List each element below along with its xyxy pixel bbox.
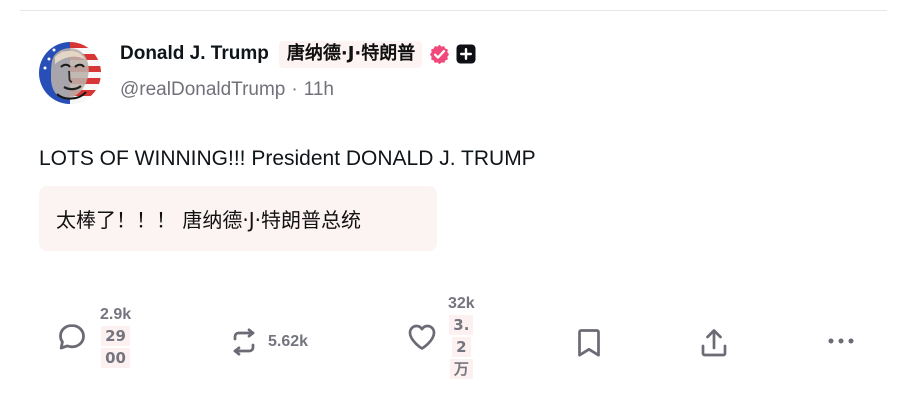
like-count-translation-line: 2 [452, 337, 471, 357]
reply-count-translation-line: 29 [101, 326, 130, 346]
more-icon [826, 333, 856, 349]
reply-count-group: 2.9k 29 00 [100, 306, 131, 368]
repost-button[interactable]: 5.62k [229, 328, 308, 356]
share-icon [699, 327, 729, 359]
author-display-name[interactable]: Donald J. Trump [120, 43, 269, 65]
heart-icon [406, 322, 438, 352]
subscribe-plus-icon[interactable] [455, 43, 477, 65]
post-timestamp[interactable]: 11h [304, 79, 334, 100]
top-divider [20, 10, 887, 11]
comment-icon [56, 321, 88, 353]
like-count-translation-line: 3. [449, 315, 474, 335]
author-handle[interactable]: @realDonaldTrump [120, 79, 285, 100]
verified-badge-icon [428, 43, 451, 66]
bookmark-icon [576, 327, 602, 359]
like-count: 32k [448, 295, 475, 312]
reply-button[interactable]: 2.9k 29 00 [56, 306, 131, 368]
translation-box: 太棒了！！！ 唐纳德·J·特朗普总统 [39, 186, 437, 251]
like-count-translation-line: 万 [449, 359, 473, 379]
like-button[interactable]: 32k 3. 2 万 [406, 295, 475, 379]
more-button[interactable] [826, 333, 856, 349]
post-card: Donald J. Trump 唐纳德·J·特朗普 @realDonaldTru… [0, 0, 907, 419]
post-translation-text: 太棒了！！！ 唐纳德·J·特朗普总统 [56, 208, 361, 232]
author-name-translation: 唐纳德·J·特朗普 [278, 40, 423, 68]
repost-icon [229, 328, 259, 356]
repost-count: 5.62k [268, 333, 309, 350]
post-body-text: LOTS OF WINNING!!! President DONALD J. T… [39, 147, 536, 170]
meta-separator: · [291, 79, 298, 100]
bookmark-button[interactable] [576, 327, 602, 359]
author-meta: @realDonaldTrump · 11h [120, 78, 334, 102]
like-count-group: 32k 3. 2 万 [448, 295, 475, 379]
share-button[interactable] [699, 327, 729, 359]
reply-count-translation-line: 00 [101, 348, 130, 368]
author-name-row: Donald J. Trump 唐纳德·J·特朗普 [120, 40, 477, 68]
reply-count: 2.9k [100, 306, 132, 323]
author-avatar[interactable] [39, 42, 101, 104]
